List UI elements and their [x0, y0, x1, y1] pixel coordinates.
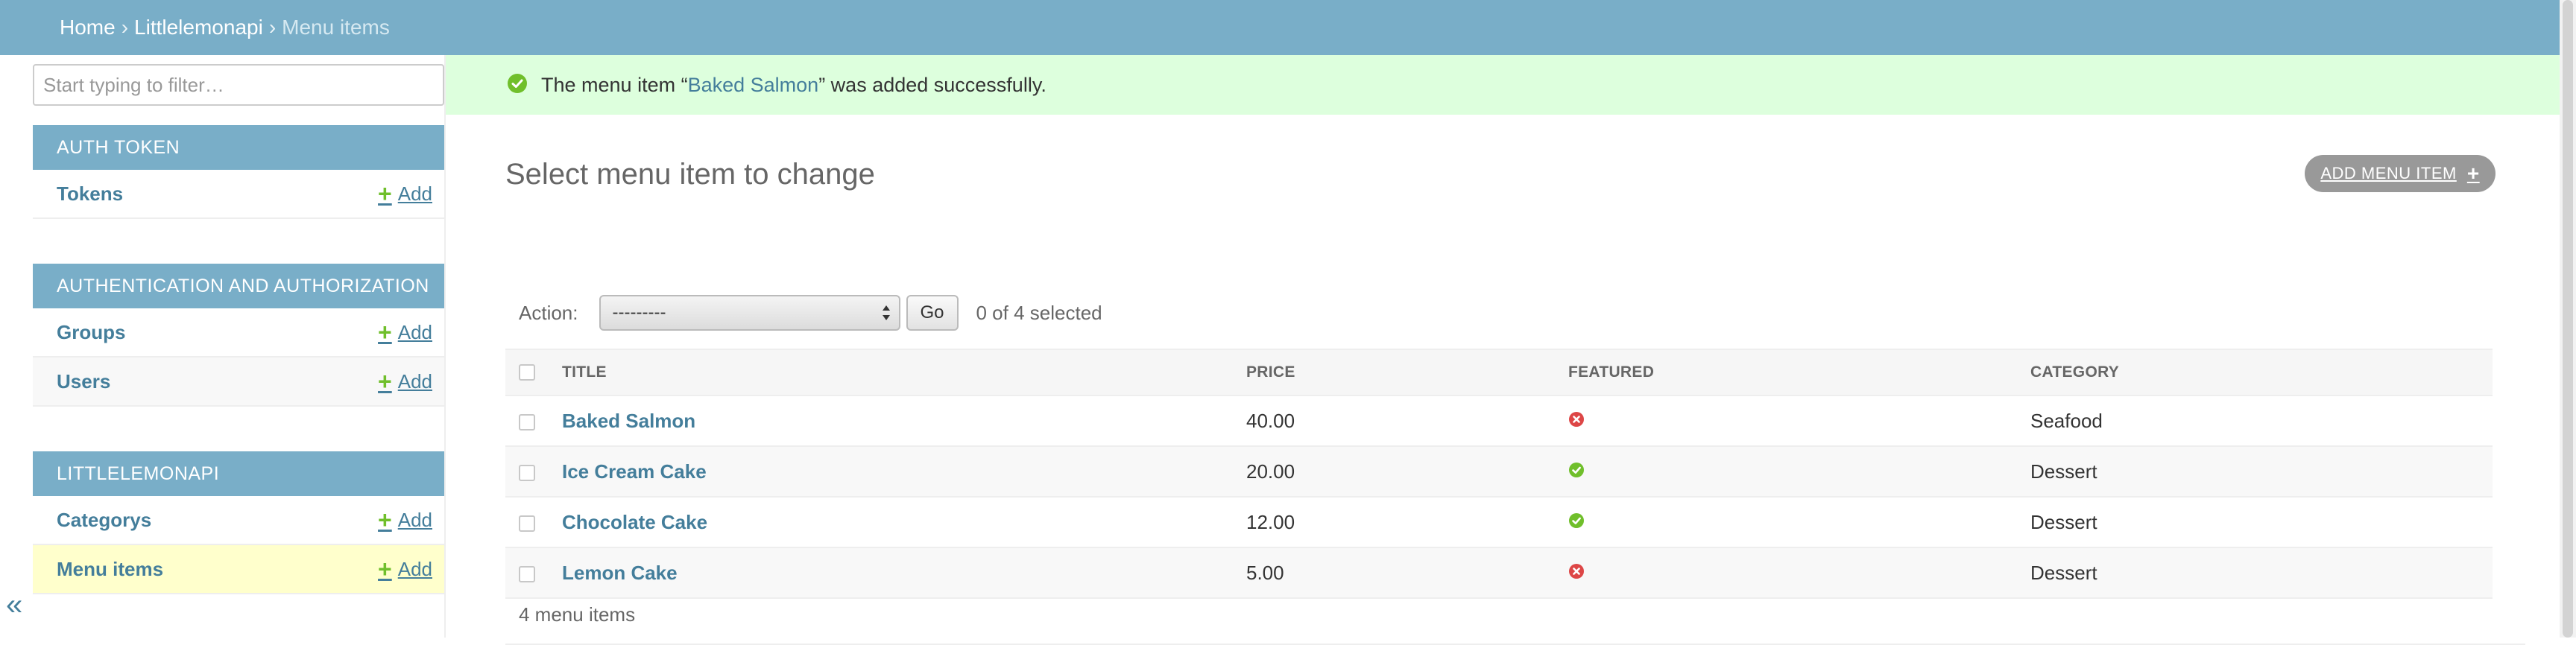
plus-icon: + — [378, 319, 392, 346]
column-header-featured[interactable]: FEATURED — [1568, 349, 2030, 396]
collapse-sidebar-icon[interactable]: « — [6, 590, 22, 620]
result-list: TITLE PRICE FEATURED CATEGORY Baked Salm… — [505, 349, 2493, 599]
add-menu-items-link[interactable]: + Add — [378, 557, 432, 581]
row-category: Dessert — [2030, 497, 2493, 548]
add-label: Add — [397, 182, 432, 205]
sidebar-item-label[interactable]: Tokens — [57, 182, 123, 206]
page-title: Select menu item to change — [505, 158, 875, 191]
action-selected-option: --------- — [612, 302, 666, 322]
row-category: Seafood — [2030, 395, 2493, 447]
sidebar-item-categorys: Categorys + Add — [33, 496, 444, 545]
result-count: 4 menu items — [519, 603, 636, 626]
add-menu-item-button[interactable]: ADD MENU ITEM + — [2305, 155, 2496, 192]
page-scrollbar[interactable] — [2560, 0, 2576, 638]
sidebar-item-menu-items: Menu items + Add — [33, 545, 444, 594]
column-header-category[interactable]: CATEGORY — [2030, 349, 2493, 396]
breadcrumb-home-link[interactable]: Home — [60, 16, 116, 39]
add-label: Add — [397, 508, 432, 531]
breadcrumb-separator: › — [121, 16, 129, 39]
content: The menu item “Baked Salmon” was added s… — [446, 55, 2560, 645]
module-caption[interactable]: AUTH TOKEN — [33, 125, 444, 170]
column-header-title[interactable]: TITLE — [561, 349, 1246, 396]
no-icon — [1569, 563, 1584, 579]
add-groups-link[interactable]: + Add — [378, 320, 432, 344]
row-title-link[interactable]: Lemon Cake — [562, 562, 678, 584]
plus-icon: + — [2466, 162, 2480, 185]
module-littlelemonapi: LITTLELEMONAPI Categorys + Add Menu item… — [33, 451, 444, 594]
table-row: Chocolate Cake 12.00 Dessert — [505, 497, 2493, 548]
no-icon — [1569, 411, 1584, 427]
add-users-link[interactable]: + Add — [378, 369, 432, 393]
module-auth-token: AUTH TOKEN Tokens + Add — [33, 125, 444, 219]
row-checkbox[interactable] — [519, 413, 535, 430]
yes-icon — [1569, 512, 1584, 528]
table-header-row: TITLE PRICE FEATURED CATEGORY — [505, 349, 2493, 396]
row-featured — [1568, 497, 2030, 548]
add-label: Add — [397, 557, 432, 580]
row-title-link[interactable]: Ice Cream Cake — [562, 460, 707, 483]
select-all-header — [505, 349, 561, 396]
plus-icon: + — [378, 180, 392, 207]
select-all-checkbox[interactable] — [519, 364, 535, 381]
add-label: Add — [397, 320, 432, 343]
action-label: Action: — [519, 301, 578, 324]
breadcrumb-current: Menu items — [282, 16, 390, 39]
row-title-link[interactable]: Baked Salmon — [562, 410, 695, 432]
row-category: Dessert — [2030, 446, 2493, 498]
sidebar-item-users: Users + Add — [33, 358, 444, 407]
sidebar-item-label[interactable]: Categorys — [57, 509, 151, 532]
table-row: Baked Salmon 40.00 Seafood — [505, 395, 2493, 447]
success-item-link[interactable]: Baked Salmon — [688, 74, 819, 96]
row-title-link[interactable]: Chocolate Cake — [562, 511, 707, 533]
plus-icon: + — [378, 506, 392, 533]
action-select[interactable]: --------- — [599, 295, 900, 331]
check-circle-icon — [508, 74, 527, 93]
plus-icon: + — [378, 368, 392, 395]
row-checkbox[interactable] — [519, 565, 535, 582]
success-text: The menu item “Baked Salmon” was added s… — [541, 73, 1046, 96]
scrollbar-thumb[interactable] — [2563, 0, 2573, 638]
table-row: Ice Cream Cake 20.00 Dessert — [505, 446, 2493, 498]
sidebar-item-label[interactable]: Groups — [57, 321, 125, 344]
select-arrows-icon — [882, 305, 890, 320]
add-label: Add — [397, 369, 432, 393]
row-checkbox[interactable] — [519, 515, 535, 532]
row-price: 20.00 — [1246, 446, 1568, 498]
add-categorys-link[interactable]: + Add — [378, 508, 432, 532]
module-caption[interactable]: AUTHENTICATION AND AUTHORIZATION — [33, 264, 444, 308]
row-price: 12.00 — [1246, 497, 1568, 548]
actions-bar: Action: --------- Go 0 of 4 selected — [505, 290, 1102, 335]
add-tokens-link[interactable]: + Add — [378, 182, 432, 206]
row-featured — [1568, 395, 2030, 447]
sidebar-item-tokens: Tokens + Add — [33, 170, 444, 219]
sidebar-item-groups: Groups + Add — [33, 308, 444, 358]
paginator: 4 menu items — [505, 585, 2525, 645]
add-button-label: ADD MENU ITEM — [2320, 164, 2457, 182]
success-message: The menu item “Baked Salmon” was added s… — [446, 55, 2560, 115]
row-price: 40.00 — [1246, 395, 1568, 447]
breadcrumb-app-link[interactable]: Littlelemonapi — [134, 16, 263, 39]
row-checkbox[interactable] — [519, 464, 535, 481]
sidebar-filter-input[interactable] — [33, 64, 444, 106]
module-authentication: AUTHENTICATION AND AUTHORIZATION Groups … — [33, 264, 444, 407]
plus-icon: + — [378, 556, 392, 582]
yes-icon — [1569, 462, 1584, 477]
breadcrumb: Home › Littlelemonapi › Menu items — [0, 0, 2576, 55]
sidebar-item-label[interactable]: Users — [57, 370, 110, 393]
go-button[interactable]: Go — [906, 295, 959, 331]
nav-sidebar: AUTH TOKEN Tokens + Add AUTHENTICATION A… — [0, 55, 446, 638]
row-featured — [1568, 446, 2030, 498]
selection-counter: 0 of 4 selected — [976, 301, 1102, 324]
module-caption[interactable]: LITTLELEMONAPI — [33, 451, 444, 496]
column-header-price[interactable]: PRICE — [1246, 349, 1568, 396]
breadcrumb-separator: › — [268, 16, 277, 39]
sidebar-item-label[interactable]: Menu items — [57, 558, 163, 581]
